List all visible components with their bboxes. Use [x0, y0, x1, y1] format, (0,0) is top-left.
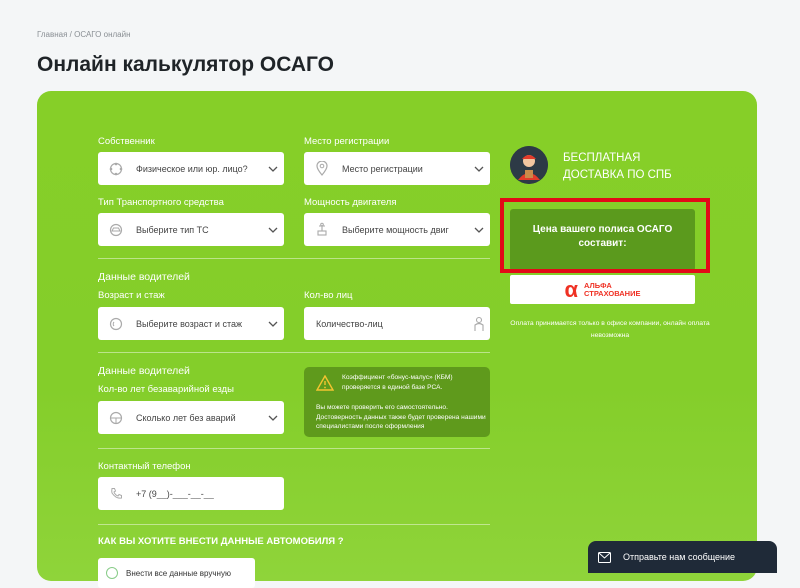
- owner-label: Собственник: [98, 136, 155, 147]
- section-divider: [98, 448, 490, 449]
- osago-calculator-panel: Собственник Физическое или юр. лицо? Мес…: [37, 91, 757, 588]
- registration-select[interactable]: Место регистрации: [304, 152, 490, 185]
- alfastrakhovanie-logo: α АЛЬФА СТРАХОВАНИЕ: [510, 275, 695, 304]
- section-divider: [98, 258, 490, 259]
- radio-icon: [106, 567, 118, 579]
- chevron-down-icon: [468, 227, 490, 233]
- location-pin-icon: [314, 161, 330, 177]
- phone-label: Контактный телефон: [98, 461, 191, 472]
- chevron-down-icon: [262, 321, 284, 327]
- engine-icon: [314, 222, 330, 238]
- chevron-down-icon: [262, 227, 284, 233]
- section-divider: [98, 524, 490, 525]
- kbm-note-line1: Коэффициент «бонус-малус» (КБМ) проверяе…: [342, 374, 453, 391]
- age-icon: [108, 316, 124, 332]
- engine-power-select[interactable]: Выберите мощность двиг: [304, 213, 490, 246]
- chevron-down-icon: [262, 415, 284, 421]
- breadcrumb-home-link[interactable]: Главная: [37, 30, 67, 39]
- payment-note: Оплата принимается только в офисе компан…: [510, 320, 710, 339]
- chat-label: Отправьте нам сообщение: [623, 552, 736, 562]
- persons-count-input[interactable]: Количество-лиц: [304, 307, 490, 340]
- kbm-info-note: Коэффициент «бонус-малус» (КБМ) проверяе…: [304, 367, 490, 437]
- steering-icon: [108, 410, 124, 426]
- engine-power-value: Выберите мощность двиг: [342, 224, 449, 235]
- chat-widget-button[interactable]: Отправьте нам сообщение: [588, 541, 777, 573]
- chevron-down-icon: [262, 166, 284, 172]
- breadcrumb: Главная / ОСАГО онлайн: [37, 30, 130, 39]
- registration-value: Место регистрации: [342, 163, 423, 174]
- car-data-section-title: КАК ВЫ ХОТИТЕ ВНЕСТИ ДАННЫЕ АВТОМОБИЛЯ ?: [98, 536, 344, 547]
- alfa-logo-letter: α: [564, 276, 579, 302]
- age-experience-select[interactable]: Выберите возраст и стаж: [98, 307, 284, 340]
- drivers-section-title: Данные водителей: [98, 271, 190, 283]
- free-delivery-text: БЕСПЛАТНАЯ ДОСТАВКА ПО СПБ: [563, 152, 672, 181]
- highlight-frame: [500, 198, 710, 273]
- message-icon: [598, 551, 611, 563]
- manual-entry-label: Внести все данные вручную: [126, 568, 231, 578]
- phone-input[interactable]: +7 (9__)-___-__-__: [98, 477, 284, 510]
- persons-count-placeholder: Количество-лиц: [316, 318, 383, 329]
- owner-select[interactable]: Физическое или юр. лицо?: [98, 152, 284, 185]
- age-experience-label: Возраст и стаж: [98, 290, 165, 301]
- breadcrumb-current: ОСАГО онлайн: [74, 30, 131, 39]
- manual-entry-option[interactable]: Внести все данные вручную: [98, 558, 255, 588]
- phone-icon: [108, 486, 124, 502]
- page-title: Онлайн калькулятор ОСАГО: [37, 53, 335, 76]
- owner-value: Физическое или юр. лицо?: [136, 163, 248, 174]
- vehicle-type-label: Тип Транспортного средства: [98, 197, 224, 208]
- people-icon: [108, 161, 124, 177]
- kbm-note-line2: Вы можете проверить его самостоятельно. …: [316, 404, 486, 430]
- car-icon: [108, 222, 124, 238]
- registration-label: Место регистрации: [304, 136, 390, 147]
- age-experience-value: Выберите возраст и стаж: [136, 318, 243, 329]
- phone-placeholder: +7 (9__)-___-__-__: [136, 488, 214, 499]
- accident-free-years-value: Сколько лет без аварий: [136, 412, 236, 423]
- alfa-logo-line2: СТРАХОВАНИЕ: [584, 288, 641, 298]
- chevron-down-icon: [468, 166, 490, 172]
- courier-avatar: [510, 146, 548, 184]
- warning-icon: [315, 374, 335, 391]
- engine-power-label: Мощность двигателя: [304, 197, 397, 208]
- person-icon: [468, 316, 490, 332]
- vehicle-type-value: Выберите тип ТС: [136, 224, 209, 235]
- section-divider: [98, 352, 490, 353]
- vehicle-type-select[interactable]: Выберите тип ТС: [98, 213, 284, 246]
- drivers-section-title: Данные водителей: [98, 365, 190, 377]
- accident-free-years-select[interactable]: Сколько лет без аварий: [98, 401, 284, 434]
- persons-count-label: Кол-во лиц: [304, 290, 353, 301]
- accident-free-years-label: Кол-во лет безаварийной езды: [98, 384, 234, 395]
